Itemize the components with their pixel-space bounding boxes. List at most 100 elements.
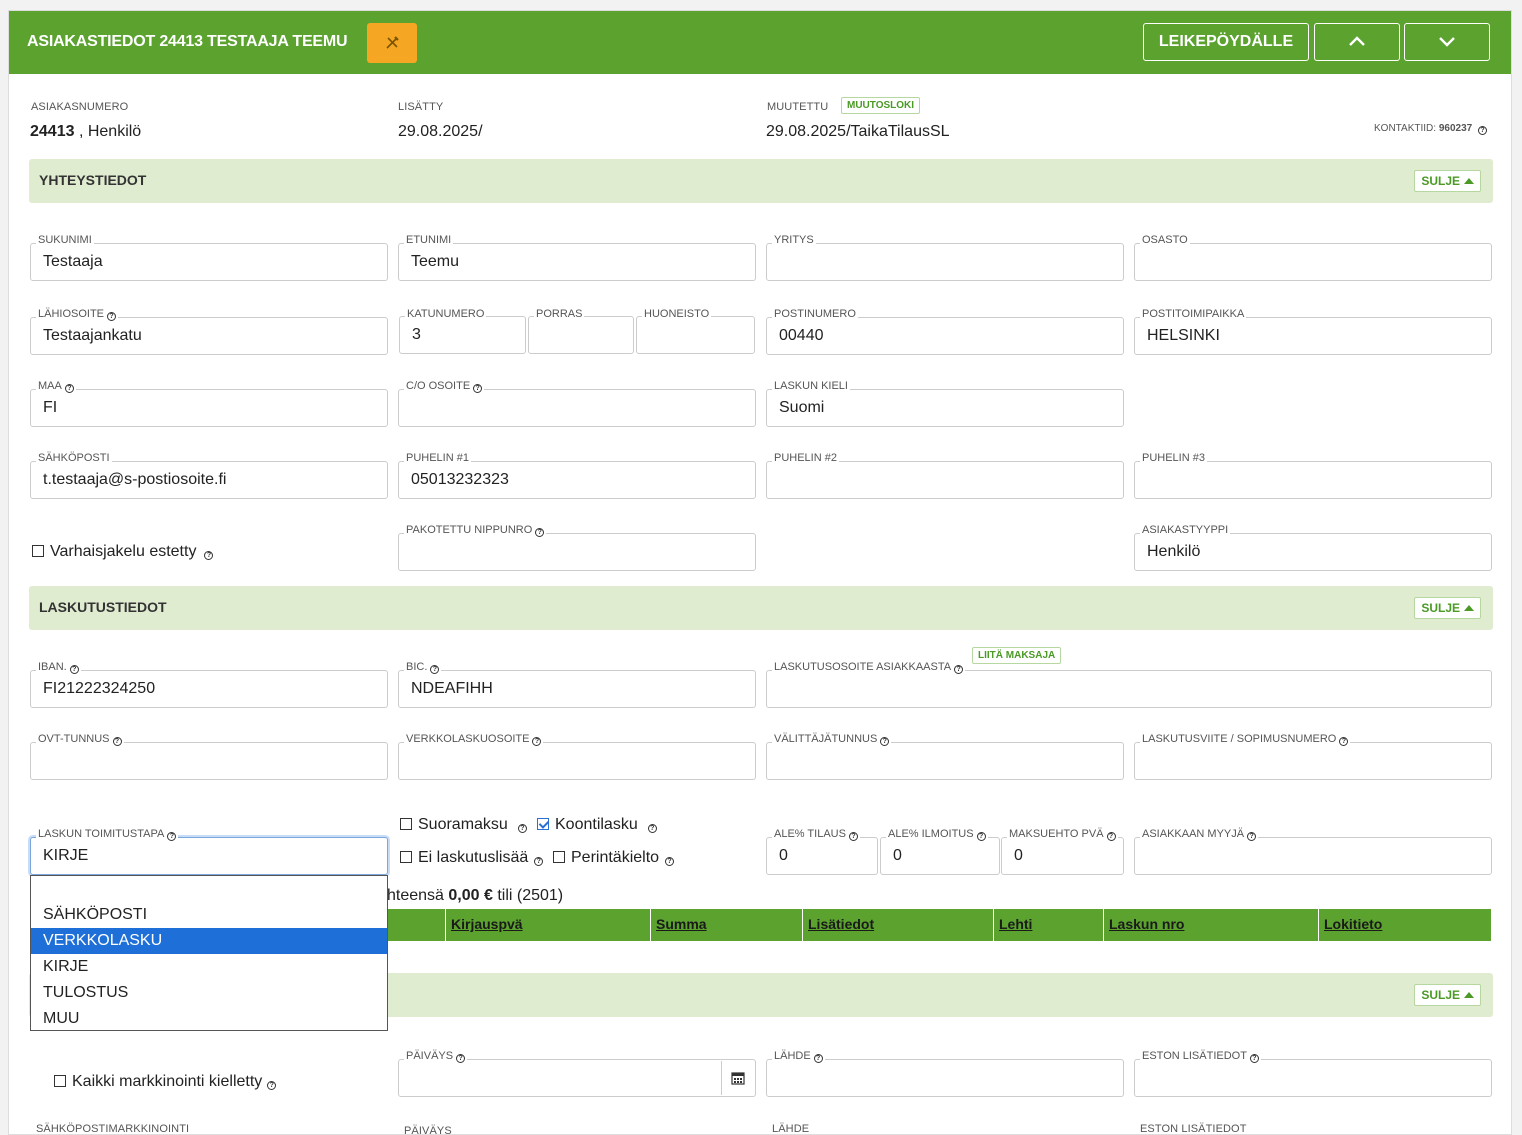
- forced-bundle-field[interactable]: PAKOTETTU NIPPUNRO?: [398, 524, 756, 571]
- e-invoice-address-input[interactable]: [398, 742, 756, 780]
- billing-reference-field[interactable]: LASKUTUSVIITE / SOPIMUSNUMERO?: [1134, 733, 1492, 780]
- department-field[interactable]: OSASTO: [1134, 234, 1492, 281]
- consolidated-invoice-checkbox[interactable]: Koontilasku?: [537, 816, 657, 834]
- firstname-field[interactable]: ETUNIMI Teemu: [398, 234, 756, 281]
- next-button[interactable]: [1404, 23, 1490, 61]
- dropdown-option-email[interactable]: SÄHKÖPOSTI: [31, 902, 387, 928]
- ban-details-field[interactable]: ESTON LISÄTIEDOT?: [1134, 1050, 1492, 1097]
- email-field[interactable]: SÄHKÖPOSTI t.testaaja@s-postiosoite.fi: [30, 452, 388, 499]
- dropdown-option-print[interactable]: TULOSTUS: [31, 980, 387, 1006]
- street-input[interactable]: Testaajankatu: [30, 317, 388, 355]
- help-icon[interactable]: ?: [954, 665, 964, 674]
- col-laskun-nro[interactable]: Laskun nro: [1103, 909, 1318, 941]
- ovt-input[interactable]: [30, 742, 388, 780]
- street-number-input[interactable]: 3: [399, 316, 526, 354]
- help-icon[interactable]: ?: [107, 312, 117, 321]
- bic-input[interactable]: NDEAFIHH: [398, 670, 756, 708]
- stairway-input[interactable]: [528, 316, 634, 354]
- checkbox-icon[interactable]: [54, 1075, 66, 1087]
- salesperson-input[interactable]: [1134, 837, 1492, 875]
- col-lisatiedot[interactable]: Lisätiedot: [802, 909, 993, 941]
- help-icon[interactable]: ?: [69, 665, 79, 674]
- payment-terms-input[interactable]: 0: [1001, 837, 1124, 875]
- customer-type-select[interactable]: Henkilö: [1134, 533, 1492, 571]
- help-icon[interactable]: ?: [534, 857, 544, 866]
- help-icon[interactable]: ?: [848, 832, 858, 841]
- marketing-date-input[interactable]: [398, 1059, 756, 1097]
- checkbox-icon[interactable]: [553, 851, 565, 863]
- company-input[interactable]: [766, 243, 1124, 281]
- clipboard-button[interactable]: LEIKEPÖYDÄLLE: [1143, 23, 1309, 61]
- country-input[interactable]: FI: [30, 389, 388, 427]
- col-kirjauspva[interactable]: Kirjauspvä: [445, 909, 650, 941]
- help-icon[interactable]: ?: [535, 528, 545, 537]
- help-icon[interactable]: ?: [456, 1054, 466, 1063]
- all-marketing-banned-checkbox[interactable]: Kaikki markkinointi kielletty?: [54, 1073, 277, 1091]
- lastname-input[interactable]: Testaaja: [30, 243, 388, 281]
- no-billing-surcharge-checkbox[interactable]: Ei laskutuslisää?: [400, 849, 544, 867]
- help-icon[interactable]: ?: [880, 737, 890, 746]
- dropdown-option-e-invoice[interactable]: VERKKOLASKU: [31, 928, 387, 954]
- dropdown-option-other[interactable]: MUU: [31, 1006, 387, 1032]
- street-field[interactable]: LÄHIOSOITE? Testaajankatu: [30, 308, 388, 355]
- help-icon[interactable]: ?: [532, 737, 542, 746]
- help-icon[interactable]: ?: [267, 1081, 277, 1090]
- help-icon[interactable]: ?: [517, 824, 527, 833]
- help-icon[interactable]: ?: [430, 665, 440, 674]
- phone3-input[interactable]: [1134, 461, 1492, 499]
- co-address-field[interactable]: C/O OSOITE?: [398, 380, 756, 427]
- discount-order-input[interactable]: 0: [766, 837, 878, 875]
- phone1-input[interactable]: 05013232323: [398, 461, 756, 499]
- apartment-field[interactable]: HUONEISTO: [636, 308, 755, 354]
- attach-payer-button[interactable]: LIITÄ MAKSAJA: [972, 647, 1062, 664]
- early-delivery-checkbox[interactable]: Varhaisjakelu estetty?: [32, 543, 214, 561]
- phone3-field[interactable]: PUHELIN #3: [1134, 452, 1492, 499]
- previous-button[interactable]: [1314, 23, 1400, 61]
- change-log-button[interactable]: MUUTOSLOKI: [841, 97, 921, 114]
- iban-input[interactable]: FI21222324250: [30, 670, 388, 708]
- checkbox-icon[interactable]: [32, 545, 44, 557]
- billing-address-field[interactable]: LASKUTUSOSOITE ASIAKKAASTA?: [766, 661, 1492, 708]
- firstname-input[interactable]: Teemu: [398, 243, 756, 281]
- help-icon[interactable]: ?: [473, 384, 483, 393]
- checkbox-icon[interactable]: [400, 818, 412, 830]
- company-field[interactable]: YRITYS: [766, 234, 1124, 281]
- salesperson-field[interactable]: ASIAKKAAN MYYJÄ?: [1134, 828, 1492, 875]
- calendar-button[interactable]: [721, 1061, 755, 1095]
- checkbox-icon[interactable]: [400, 851, 412, 863]
- help-icon[interactable]: ?: [813, 1054, 823, 1063]
- dropdown-option-empty[interactable]: [31, 876, 387, 902]
- col-summa[interactable]: Summa: [650, 909, 802, 941]
- direct-payment-checkbox[interactable]: Suoramaksu?: [400, 816, 527, 834]
- operator-id-field[interactable]: VÄLITTÄJÄTUNNUS?: [766, 733, 1124, 780]
- department-input[interactable]: [1134, 243, 1492, 281]
- collapse-contact-button[interactable]: SULJE: [1414, 170, 1481, 192]
- postal-code-input[interactable]: 00440: [766, 317, 1124, 355]
- ovt-field[interactable]: OVT-TUNNUS?: [30, 733, 388, 780]
- marketing-source-field[interactable]: LÄHDE?: [766, 1050, 1124, 1097]
- edit-button[interactable]: [367, 23, 417, 63]
- street-number-field[interactable]: KATUNUMERO 3: [399, 308, 526, 354]
- city-input[interactable]: HELSINKI: [1134, 317, 1492, 355]
- help-icon[interactable]: ?: [1478, 126, 1487, 135]
- ban-details-input[interactable]: [1134, 1059, 1492, 1097]
- country-field[interactable]: MAA? FI: [30, 380, 388, 427]
- lastname-field[interactable]: SUKUNIMI Testaaja: [30, 234, 388, 281]
- help-icon[interactable]: ?: [976, 832, 986, 841]
- col-lokitieto[interactable]: Lokitieto: [1318, 909, 1491, 941]
- co-address-input[interactable]: [398, 389, 756, 427]
- stairway-field[interactable]: PORRAS: [528, 308, 634, 354]
- help-icon[interactable]: ?: [204, 551, 214, 560]
- help-icon[interactable]: ?: [112, 737, 122, 746]
- operator-id-input[interactable]: [766, 742, 1124, 780]
- forced-bundle-input[interactable]: [398, 533, 756, 571]
- payment-terms-field[interactable]: MAKSUEHTO PVÄ? 0: [1001, 828, 1124, 875]
- help-icon[interactable]: ?: [64, 384, 74, 393]
- delivery-method-select[interactable]: KIRJE: [30, 837, 388, 875]
- postal-code-field[interactable]: POSTINUMERO 00440: [766, 308, 1124, 355]
- billing-address-input[interactable]: [766, 670, 1492, 708]
- iban-field[interactable]: IBAN.? FI21222324250: [30, 661, 388, 708]
- discount-notice-field[interactable]: ALE% ILMOITUS? 0: [880, 828, 1000, 875]
- e-invoice-address-field[interactable]: VERKKOLASKUOSOITE?: [398, 733, 756, 780]
- delivery-method-field[interactable]: LASKUN TOIMITUSTAPA? KIRJE: [30, 828, 388, 875]
